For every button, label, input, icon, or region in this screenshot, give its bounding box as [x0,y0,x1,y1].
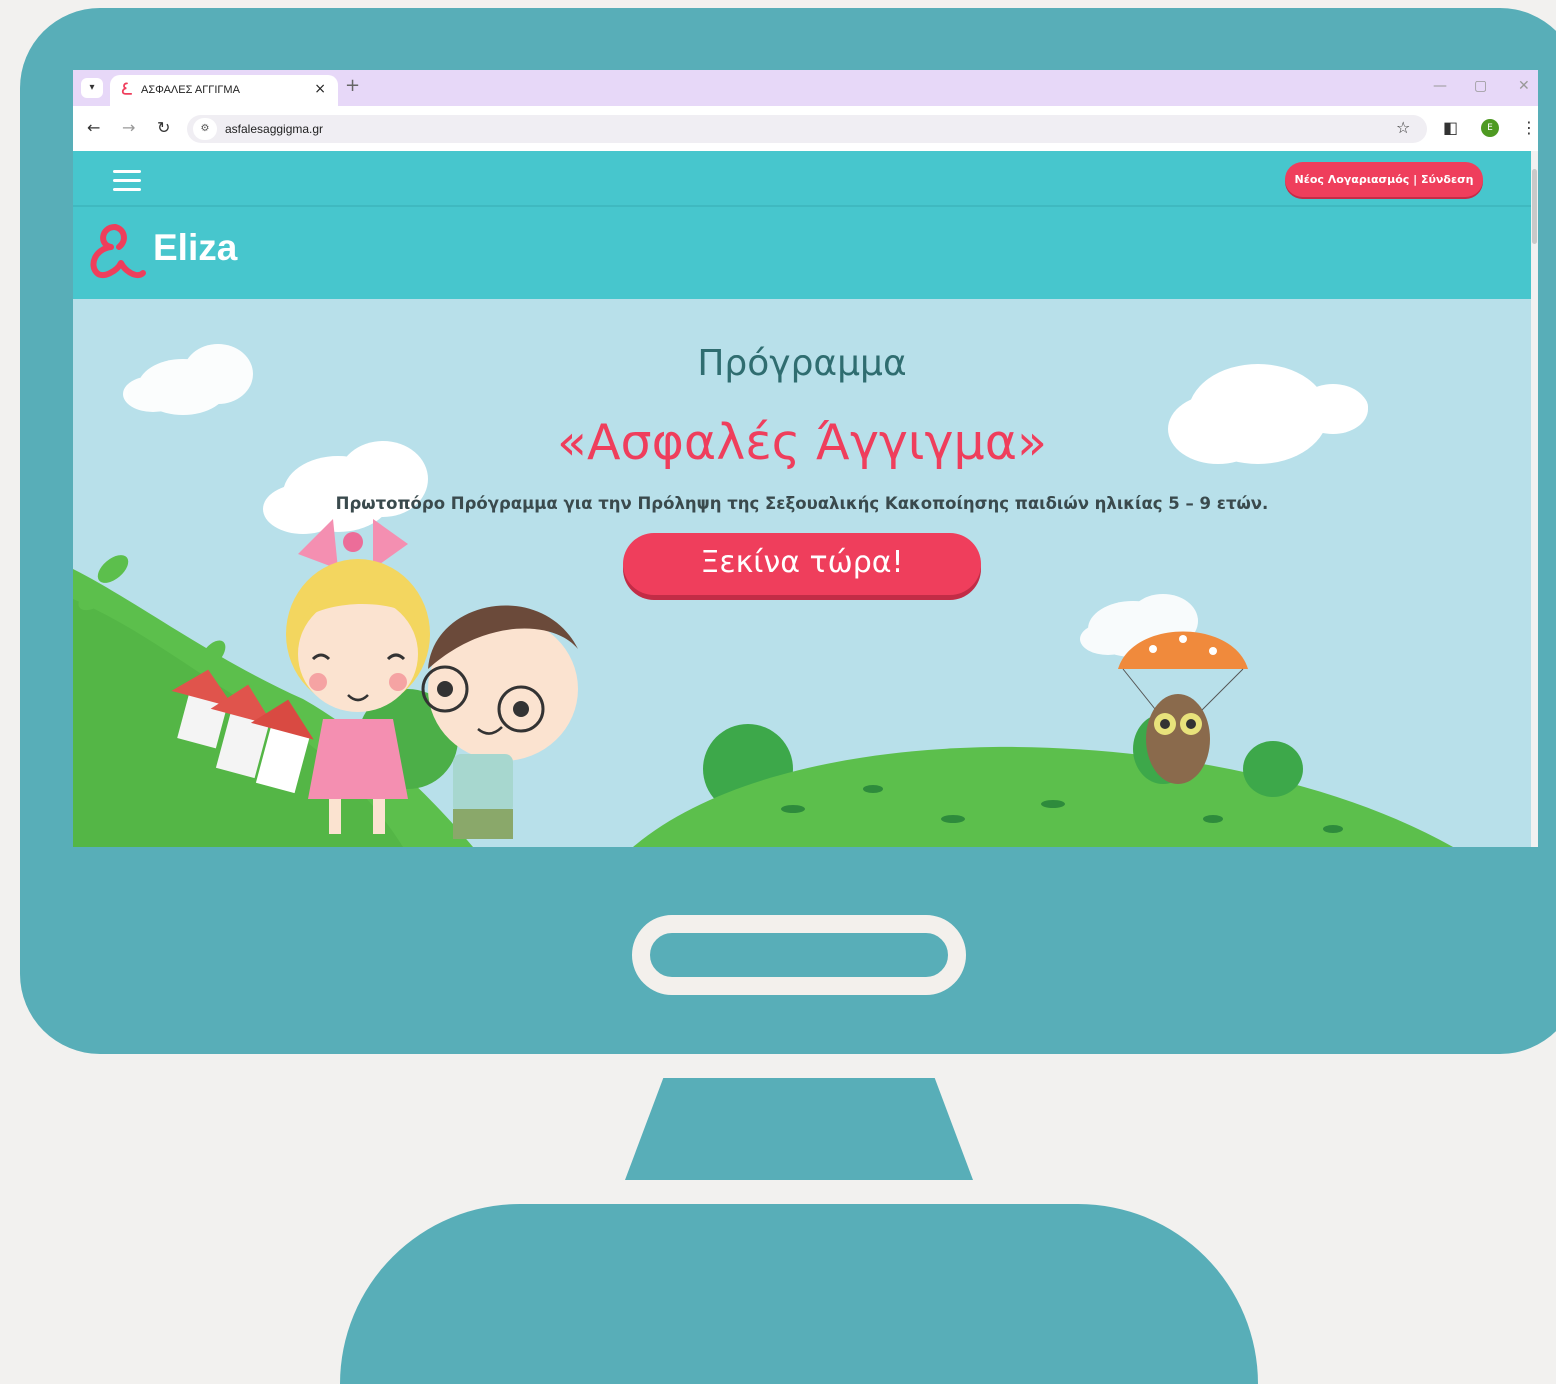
tab-bar: ▾ ΑΣΦΑΛΕΣ ΑΓΓΙΓΜΑ × + — ▢ ✕ [73,70,1538,106]
hamburger-icon[interactable] [113,170,141,192]
hero-description: Πρωτοπόρο Πρόγραμμα για την Πρόληψη της … [335,494,1269,513]
new-tab-button[interactable]: + [345,75,360,96]
restore-icon[interactable]: ▢ [1474,78,1487,94]
hero-title: «Ασφαλές Άγγιγμα» [557,414,1047,471]
browser-toolbar: ← → ↻ ⚙ asfalesaggigma.gr ☆ ◧ E ⋮ [73,106,1538,151]
scrollbar-thumb[interactable] [1532,169,1537,244]
tab-title: ΑΣΦΑΛΕΣ ΑΓΓΙΓΜΑ [141,84,240,96]
start-now-button[interactable]: Ξεκίνα τώρα! [623,533,981,595]
hero-subtitle: Πρόγραμμα [697,343,907,384]
reload-icon[interactable]: ↻ [157,118,170,137]
address-bar[interactable]: ⚙ asfalesaggigma.gr [187,115,1427,143]
arrow-right-icon[interactable]: → [122,118,135,137]
site-header: Νέος Λογαριασμός | Σύνδεση Eliza [73,151,1531,299]
kebab-menu-icon[interactable]: ⋮ [1521,118,1537,137]
star-icon[interactable]: ☆ [1396,118,1410,137]
account-login-button[interactable]: Νέος Λογαριασμός | Σύνδεση [1285,162,1483,197]
close-icon[interactable]: × [314,81,326,97]
header-divider [73,205,1531,207]
side-panel-icon[interactable]: ◧ [1443,118,1458,137]
logo-text: Eliza [153,227,238,268]
profile-avatar[interactable]: E [1481,119,1499,137]
page-scrollbar[interactable] [1531,151,1538,847]
monitor-stand-neck [625,1078,973,1180]
hero-section: Πρόγραμμα «Ασφαλές Άγγιγμα» Πρωτοπόρο Πρ… [73,299,1531,847]
favicon-icon [121,82,133,95]
site-logo[interactable]: Eliza [87,221,257,281]
browser-tab[interactable]: ΑΣΦΑΛΕΣ ΑΓΓΙΓΜΑ × [110,75,338,106]
tune-icon[interactable]: ⚙ [193,118,217,140]
monitor-slot [632,915,966,995]
window-close-icon[interactable]: ✕ [1518,78,1530,94]
arrow-left-icon[interactable]: ← [87,118,100,137]
heart-logo-icon [90,224,146,279]
browser-window: ▾ ΑΣΦΑΛΕΣ ΑΓΓΙΓΜΑ × + — ▢ ✕ ← → ↻ ⚙ asfa… [73,70,1538,847]
web-page: Νέος Λογαριασμός | Σύνδεση Eliza Πρόγραμ… [73,151,1531,847]
boy-character [421,605,578,839]
chevron-down-icon[interactable]: ▾ [81,78,103,98]
minimize-icon[interactable]: — [1433,78,1447,94]
monitor-stand-base [340,1204,1258,1384]
url-text[interactable]: asfalesaggigma.gr [225,122,323,136]
